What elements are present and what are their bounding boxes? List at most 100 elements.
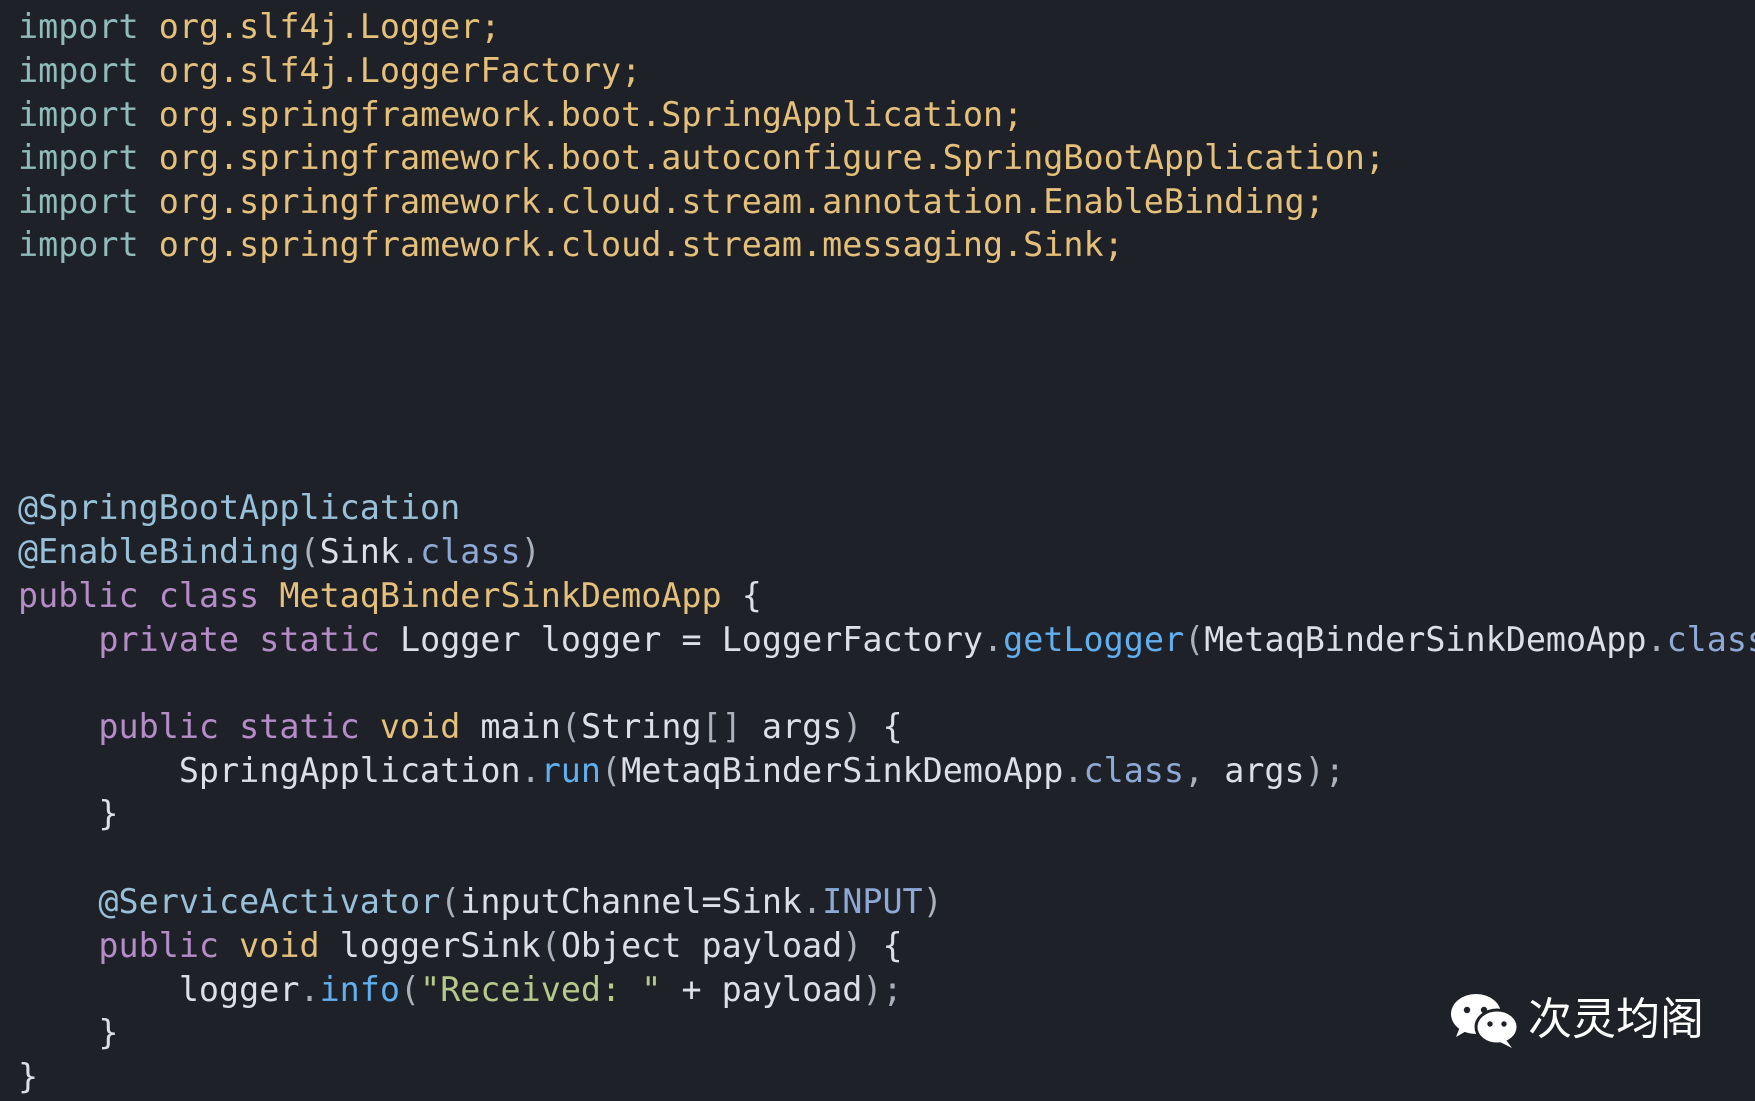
import-path: org.slf4j.LoggerFactory; [158,51,642,90]
code-line-annotation-enablebinding: @EnableBinding(Sink.class) [18,530,541,574]
keyword: static [259,620,380,659]
paren: ( [399,970,421,1009]
method-name: run [540,751,601,790]
type: String [580,707,702,746]
identifier: args [761,707,843,746]
paren: ( [1184,620,1205,659]
annotation: @ServiceActivator [98,882,441,921]
identifier: inputChannel=Sink [460,882,803,921]
method-name: main [480,707,561,746]
import-line: import org.slf4j.LoggerFactory; [18,49,641,93]
code-line-info-call: logger.info("Received: " + payload); [18,968,903,1012]
code-editor: import org.slf4j.Logger; import org.slf4… [0,0,1755,1101]
keyword: static [239,707,360,746]
constant: INPUT [822,882,923,921]
import-path: org.slf4j.Logger; [158,7,501,46]
comma: , [1184,751,1205,790]
operator: + [681,970,702,1009]
paren: ); [862,970,903,1009]
identifier: Sink [319,532,400,571]
dot: . [399,532,421,571]
string-literal: "Received: " [420,970,662,1009]
brace: } [98,794,119,833]
dot: . [520,751,541,790]
import-path: org.springframework.cloud.stream.annotat… [158,182,1325,221]
brace: } [98,1013,119,1052]
import-path: org.springframework.boot.SpringApplicati… [158,95,1024,134]
brackets: [] [701,707,742,746]
import-path: org.springframework.boot.autoconfigure.S… [158,138,1386,177]
code-line-sink-decl: public void loggerSink(Object payload) { [18,924,903,968]
code-line-service-activator: @ServiceActivator(inputChannel=Sink.INPU… [18,880,943,924]
class-keyword: class [1666,620,1755,659]
import-line: import org.springframework.cloud.stream.… [18,223,1124,267]
import-path: org.springframework.cloud.stream.messagi… [158,225,1124,264]
method-name: getLogger [1003,620,1185,659]
code-line-class-end: } [18,1055,38,1099]
identifier: args [1224,751,1305,790]
watermark: 次灵均阁 [1448,990,1704,1050]
import-line: import org.springframework.boot.autoconf… [18,136,1385,180]
code-line-annotation-springboot: @SpringBootApplication [18,486,460,530]
class-name: MetaqBinderSinkDemoApp [279,576,722,615]
class-keyword: class [420,532,521,571]
dot: . [1063,751,1084,790]
identifier: LoggerFactory [721,620,984,659]
wechat-icon [1451,994,1520,1048]
keyword: void [379,707,461,746]
paren: ) [842,926,863,965]
annotation: @EnableBinding [18,532,300,571]
identifier: payload [721,970,863,1009]
paren: ( [440,882,461,921]
identifier: MetaqBinderSinkDemoApp [1204,620,1647,659]
dot: . [299,970,320,1009]
method-name: loggerSink [339,926,541,965]
import-line: import org.slf4j.Logger; [18,5,500,49]
dot: . [802,882,823,921]
code-line-logger-field: private static Logger logger = LoggerFac… [18,618,1755,662]
method-name: info [319,970,400,1009]
import-keyword: import [18,225,139,264]
brace: { [882,707,903,746]
identifier: Object payload [560,926,843,965]
brace: { [882,926,903,965]
dot: . [1646,620,1667,659]
import-keyword: import [18,51,139,90]
identifier: SpringApplication [178,751,521,790]
keyword: void [239,926,320,965]
keyword: class [158,576,260,615]
operator: = [681,620,702,659]
code-line-main-decl: public static void main(String[] args) { [18,705,903,749]
import-keyword: import [18,138,139,177]
import-keyword: import [18,7,139,46]
keyword: private [98,620,240,659]
class-keyword: class [1083,751,1184,790]
keyword: public [98,707,220,746]
code-line-sink-end: } [18,1011,119,1055]
code-line-main-end: } [18,792,119,836]
paren: ( [299,532,320,571]
import-keyword: import [18,182,139,221]
import-line: import org.springframework.boot.SpringAp… [18,93,1023,137]
paren: ( [560,707,581,746]
code-line-run-call: SpringApplication.run(MetaqBinderSinkDem… [18,749,1345,793]
paren: ); [1304,751,1345,790]
keyword: public [98,926,220,965]
watermark-text: 次灵均阁 [1528,994,1704,1045]
import-line: import org.springframework.cloud.stream.… [18,180,1325,224]
paren: ( [601,751,622,790]
import-keyword: import [18,95,139,134]
code-line-class-decl: public class MetaqBinderSinkDemoApp { [18,574,762,618]
paren: ( [540,926,561,965]
paren: ) [842,707,863,746]
identifier: logger [540,620,662,659]
annotation: @SpringBootApplication [18,488,461,527]
paren: ) [520,532,541,571]
keyword: public [18,576,139,615]
brace: } [18,1057,39,1096]
type: Logger [400,620,521,659]
dot: . [983,620,1004,659]
paren: ) [922,882,943,921]
identifier: MetaqBinderSinkDemoApp [621,751,1064,790]
brace: { [741,576,762,615]
